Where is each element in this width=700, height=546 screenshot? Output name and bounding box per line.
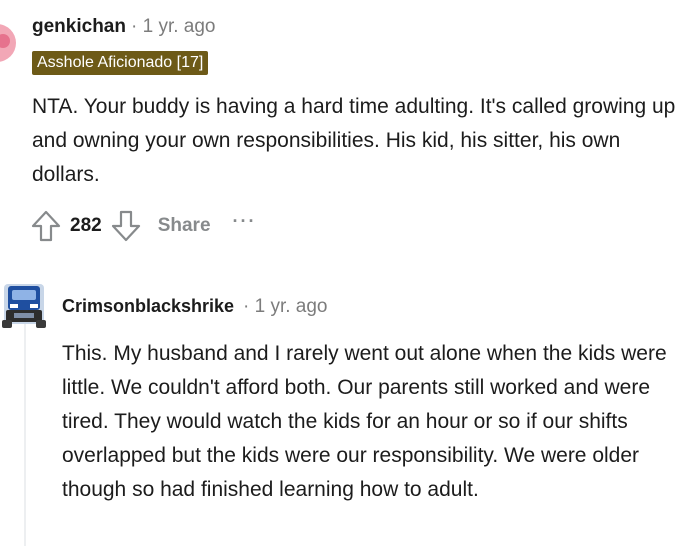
meta-separator: · [243,296,250,317]
meta-separator: · [131,16,138,37]
user-flair: Asshole Aficionado [17] [32,51,209,75]
comment-timestamp[interactable]: 1 yr. ago [255,296,328,317]
comment-actions: 282 Share ··· [28,208,257,244]
avatar[interactable] [0,278,50,330]
comment-timestamp[interactable]: 1 yr. ago [143,16,216,37]
comment-body: This. My husband and I rarely went out a… [62,342,667,501]
comment-meta: · 1 yr. ago [243,296,328,318]
comment-author[interactable]: Crimsonblackshrike [62,296,234,317]
share-button[interactable]: Share [158,215,211,237]
upvote-arrow-icon[interactable] [28,208,64,244]
comment-author[interactable]: genkichan [32,16,126,38]
avatar[interactable] [0,24,16,62]
thread-line[interactable] [24,318,26,546]
comment-meta: · 1 yr. ago [131,16,216,38]
comment-body: NTA. Your buddy is having a hard time ad… [32,95,676,186]
downvote-arrow-icon[interactable] [108,208,144,244]
vote-score: 282 [70,215,102,236]
more-options-icon[interactable]: ··· [233,211,257,232]
